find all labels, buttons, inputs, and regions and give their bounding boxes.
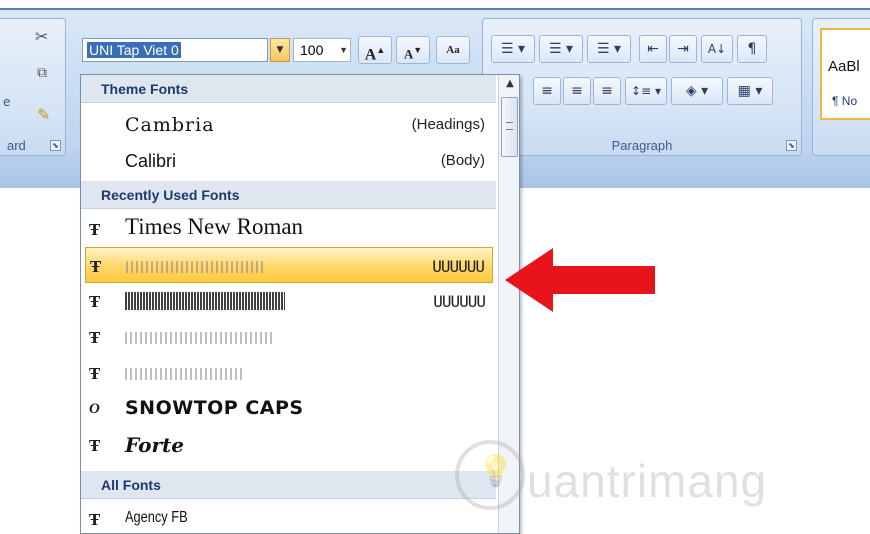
watermark-text: uantrimang (527, 455, 768, 507)
paragraph-group: ☰ ▾ ☰ ▾ ☰ ▾ ⇤ ⇥ A↓ ¶ ≡ ≡ ≡ ↕≡ ▾ ◈ ▾ ▦ ▾ … (482, 18, 802, 156)
chevron-down-icon[interactable]: ▼ (339, 39, 348, 61)
font-item-label: Times New Roman (125, 214, 304, 239)
font-item-note: UUUUUU (432, 257, 485, 276)
grow-font-button[interactable]: A▲ (358, 36, 392, 64)
align-right-icon: ≡ (571, 83, 583, 99)
font-item-label: Cambria (125, 114, 215, 136)
justify-button[interactable]: ≡ (593, 77, 621, 105)
chevron-down-icon: ▼ (276, 45, 284, 55)
align-right-button[interactable]: ≡ (563, 77, 591, 105)
sort-button[interactable]: A↓ (701, 35, 733, 63)
font-item-note: (Body) (440, 152, 485, 169)
paragraph-launcher-icon[interactable]: ⬊ (786, 140, 797, 151)
scissors-icon[interactable]: ✂ (35, 27, 48, 46)
font-name-dropdown-button[interactable]: ▼ (270, 38, 290, 62)
sort-icon: A↓ (707, 42, 727, 56)
show-marks-button[interactable]: ¶ (737, 35, 767, 63)
font-item-garbled-4[interactable]: Ŧ (85, 355, 493, 391)
align-center-icon: ≡ (541, 83, 553, 99)
opentype-icon: O (89, 401, 100, 417)
font-item-cambria[interactable]: Cambria (Headings) (85, 107, 493, 143)
numbering-button[interactable]: ☰ ▾ (539, 35, 583, 63)
font-item-garbled-preview (125, 292, 285, 310)
clipboard-group: ✂ ⧉ ✎ e ard ⬊ (0, 18, 66, 156)
shrink-font-button[interactable]: A▼ (396, 36, 430, 64)
decrease-indent-icon: ⇤ (647, 41, 659, 57)
style-normal-tile[interactable]: AaBl ¶ No (820, 28, 870, 120)
multilevel-list-button[interactable]: ☰ ▾ (587, 35, 631, 63)
style-sample-text: AaBl (828, 58, 860, 75)
borders-icon: ▦ (737, 83, 751, 99)
truetype-icon: Ŧ (89, 511, 101, 529)
font-item-garbled-preview (125, 368, 245, 380)
font-item-label: Calibri (125, 151, 177, 171)
font-item-agency-fb[interactable]: Ŧ Agency FB (85, 501, 493, 533)
font-size-value: 100 (300, 42, 324, 58)
font-item-label: SNOWTOP CAPS (125, 397, 304, 419)
align-center-button[interactable]: ≡ (533, 77, 561, 105)
grow-font-label: A (364, 46, 377, 64)
clear-formatting-button[interactable]: Aa (436, 36, 470, 64)
font-item-snowtop-caps[interactable]: O SNOWTOP CAPS (85, 391, 493, 427)
font-item-calibri[interactable]: Calibri (Body) (85, 143, 493, 179)
font-item-garbled-preview (125, 332, 275, 344)
numbering-icon: ☰ (548, 41, 562, 57)
font-name-input[interactable]: UNI Tap Viet 0 (82, 38, 268, 62)
paste-label-edge[interactable]: e (3, 95, 10, 109)
increase-indent-icon: ⇥ (677, 41, 689, 57)
truetype-icon: Ŧ (89, 329, 101, 347)
recent-fonts-header: Recently Used Fonts (81, 181, 496, 209)
theme-fonts-header: Theme Fonts (81, 75, 496, 103)
font-item-label: Agency FB (125, 509, 188, 526)
decrease-indent-button[interactable]: ⇤ (639, 35, 667, 63)
font-item-label: Forte (125, 433, 184, 457)
truetype-icon: Ŧ (89, 437, 101, 455)
font-name-value: UNI Tap Viet 0 (87, 42, 181, 58)
lightbulb-icon: 💡 (477, 454, 515, 489)
font-item-note: (Headings) (411, 116, 485, 133)
copy-icon[interactable]: ⧉ (37, 65, 47, 81)
font-item-selected[interactable]: Ŧ UUUUUU (85, 247, 493, 283)
pilcrow-icon: ¶ (747, 41, 757, 57)
truetype-icon: Ŧ (90, 258, 102, 276)
font-item-garbled-3[interactable]: Ŧ (85, 319, 493, 355)
ribbon-tab-strip (0, 0, 870, 10)
clear-formatting-label: Aa (446, 44, 460, 56)
truetype-icon: Ŧ (89, 365, 101, 383)
increase-indent-button[interactable]: ⇥ (669, 35, 697, 63)
multilevel-list-icon: ☰ (596, 41, 610, 57)
scroll-up-arrow-icon[interactable]: ▲ (502, 78, 518, 92)
watermark: 💡 uantrimang (455, 440, 785, 520)
line-spacing-icon: ↕≡ (631, 84, 652, 98)
font-item-garbled-preview (126, 261, 266, 273)
format-painter-icon[interactable]: ✎ (37, 105, 50, 124)
red-arrow-icon (505, 248, 655, 312)
justify-icon: ≡ (601, 83, 613, 99)
style-name: ¶ No (832, 94, 858, 108)
font-size-input[interactable]: 100 ▼ (293, 38, 351, 62)
paint-bucket-icon: ◈ (685, 83, 697, 99)
line-spacing-button[interactable]: ↕≡ ▾ (625, 77, 667, 105)
all-fonts-header: All Fonts (81, 471, 496, 499)
shrink-font-label: A (403, 46, 414, 62)
shading-button[interactable]: ◈ ▾ (671, 77, 723, 105)
font-item-forte[interactable]: Ŧ Forte (85, 427, 493, 463)
clipboard-launcher-icon[interactable]: ⬊ (50, 140, 61, 151)
scroll-thumb[interactable] (501, 97, 518, 157)
font-item-note: UUUUUU (433, 292, 486, 311)
bullets-button[interactable]: ☰ ▾ (491, 35, 535, 63)
borders-button[interactable]: ▦ ▾ (727, 77, 773, 105)
truetype-icon: Ŧ (89, 221, 101, 239)
font-dropdown-list[interactable]: Theme Fonts Cambria (Headings) Calibri (… (80, 74, 520, 534)
bullets-icon: ☰ (500, 41, 514, 57)
font-item-times-new-roman[interactable]: Ŧ Times New Roman (85, 211, 493, 247)
grip-icon (506, 122, 513, 130)
truetype-icon: Ŧ (89, 293, 101, 311)
paragraph-group-label: Paragraph (611, 138, 673, 153)
font-item-garbled-2[interactable]: Ŧ UUUUUU (85, 283, 493, 319)
